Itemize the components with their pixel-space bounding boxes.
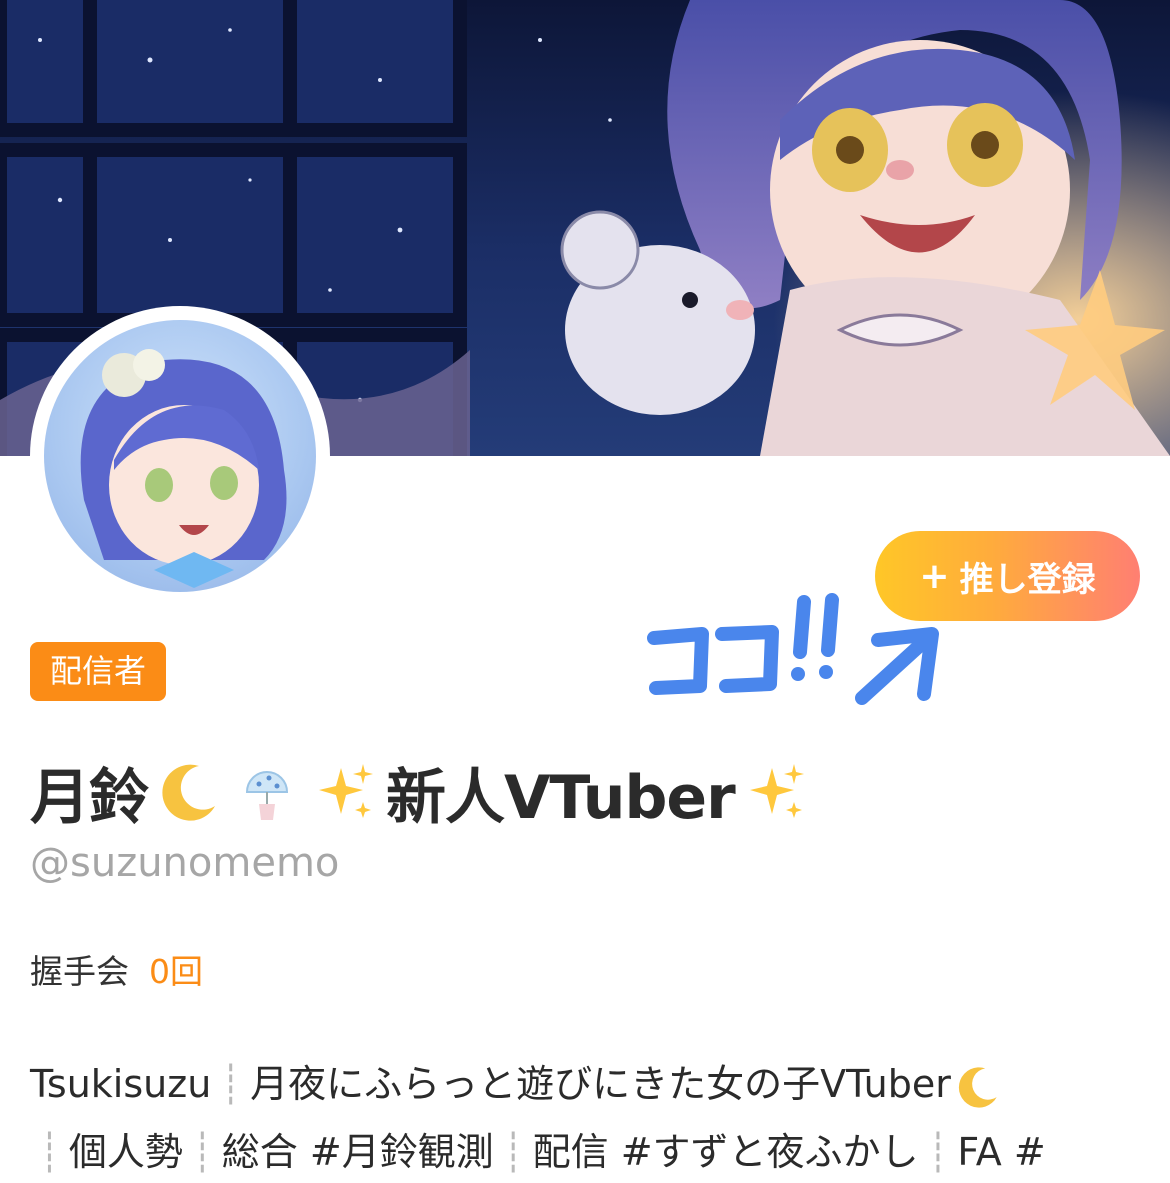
avatar[interactable] — [30, 306, 330, 606]
arrow-icon — [647, 593, 939, 705]
bio-line-2: ┊ 個人勢 ┊ 総合 #月鈴観測 ┊ 配信 #すずと夜ふかし ┊ FA # — [30, 1118, 1150, 1183]
user-handle: @suzunomemo — [30, 840, 340, 886]
moon-icon — [951, 1060, 1005, 1114]
bio-segment[interactable]: 配信 #すずと夜ふかし — [533, 1130, 919, 1174]
profile-bio: Tsukisuzu ┊ 月夜にふらっと遊びにきた女の子VTuber ┊ 個人勢 ┊ 総合 … — [30, 1050, 1150, 1183]
bio-separator: ┊ — [926, 1130, 950, 1174]
display-name-part2: 新人VTuber — [386, 762, 736, 833]
bio-segment: 個人勢 — [68, 1130, 183, 1174]
bio-segment[interactable]: FA # — [957, 1130, 1045, 1174]
handshake-label: 握手会 — [30, 952, 129, 991]
bio-segment: 月夜にふらっと遊びにきた女の子VTuber — [250, 1062, 951, 1106]
moon-icon — [152, 755, 226, 829]
display-name: 月鈴 新人VTuber — [30, 752, 813, 833]
sparkles-icon — [739, 755, 813, 829]
bio-segment: Tsukisuzu — [30, 1062, 212, 1106]
streamer-badge: 配信者 — [30, 642, 167, 701]
sparkles-icon — [308, 755, 382, 829]
display-name-part1: 月鈴 — [30, 762, 149, 833]
bio-separator: ┊ — [501, 1130, 525, 1174]
bio-separator: ┊ — [38, 1130, 61, 1174]
wind-chime-icon — [230, 755, 304, 829]
handwritten-annotation — [640, 590, 950, 754]
avatar-image — [44, 320, 316, 592]
handshake-count[interactable]: 0回 — [149, 945, 203, 993]
follow-button-label: 推し登録 — [959, 559, 1096, 600]
bio-line-1: Tsukisuzu ┊ 月夜にふらっと遊びにきた女の子VTuber — [30, 1050, 1150, 1118]
bio-segment[interactable]: 総合 #月鈴観測 — [222, 1130, 494, 1174]
bio-separator: ┊ — [190, 1130, 214, 1174]
bio-separator: ┊ — [219, 1062, 243, 1106]
handshake-stats: 握手会 0回 — [30, 945, 203, 993]
